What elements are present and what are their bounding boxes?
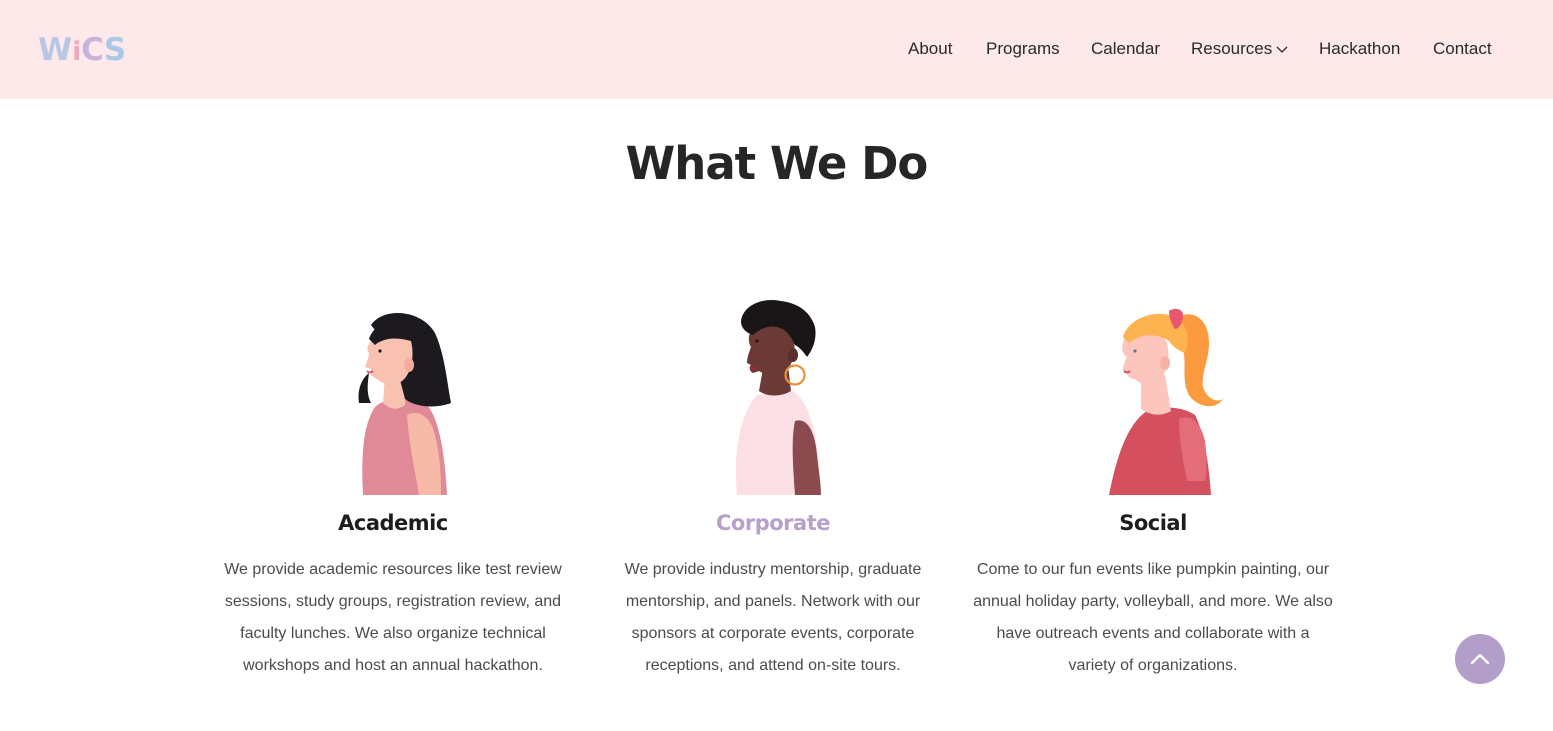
woman-short-curly-hair-hoop-earring-illustration <box>735 299 821 495</box>
main-nav: About Programs Calendar Resources Hackat… <box>0 36 1553 64</box>
site-header: WiCS About Programs Calendar Resources H… <box>0 0 1553 99</box>
nav-programs[interactable]: Programs <box>986 36 1060 62</box>
chevron-down-icon <box>1276 46 1288 53</box>
nav-resources[interactable]: Resources <box>1191 36 1288 62</box>
program-card-academic: Academic We provide academic resources l… <box>213 295 573 674</box>
academic-description: We provide academic resources like test … <box>224 561 562 674</box>
corporate-heading[interactable]: Corporate <box>593 508 953 538</box>
program-card-social: Social Come to our fun events like pumpk… <box>973 295 1333 674</box>
nav-about[interactable]: About <box>908 36 952 62</box>
social-description: Come to our fun events like pumpkin pain… <box>973 561 1333 674</box>
nav-resources-label: Resources <box>1191 39 1273 58</box>
corporate-description: We provide industry mentorship, graduate… <box>624 561 922 674</box>
woman-black-bob-pink-top-illustration <box>358 313 451 495</box>
nav-contact[interactable]: Contact <box>1433 36 1492 62</box>
page-title: What We Do <box>625 137 929 190</box>
woman-orange-ponytail-red-shirt-illustration <box>1109 308 1223 495</box>
social-heading: Social <box>1119 511 1187 535</box>
chevron-up-icon <box>1470 653 1490 665</box>
scroll-to-top-button[interactable] <box>1455 634 1505 684</box>
academic-heading: Academic <box>338 511 448 535</box>
program-card-corporate: Corporate We provide industry mentorship… <box>593 295 953 674</box>
nav-hackathon[interactable]: Hackathon <box>1319 36 1400 62</box>
nav-calendar[interactable]: Calendar <box>1091 36 1160 62</box>
